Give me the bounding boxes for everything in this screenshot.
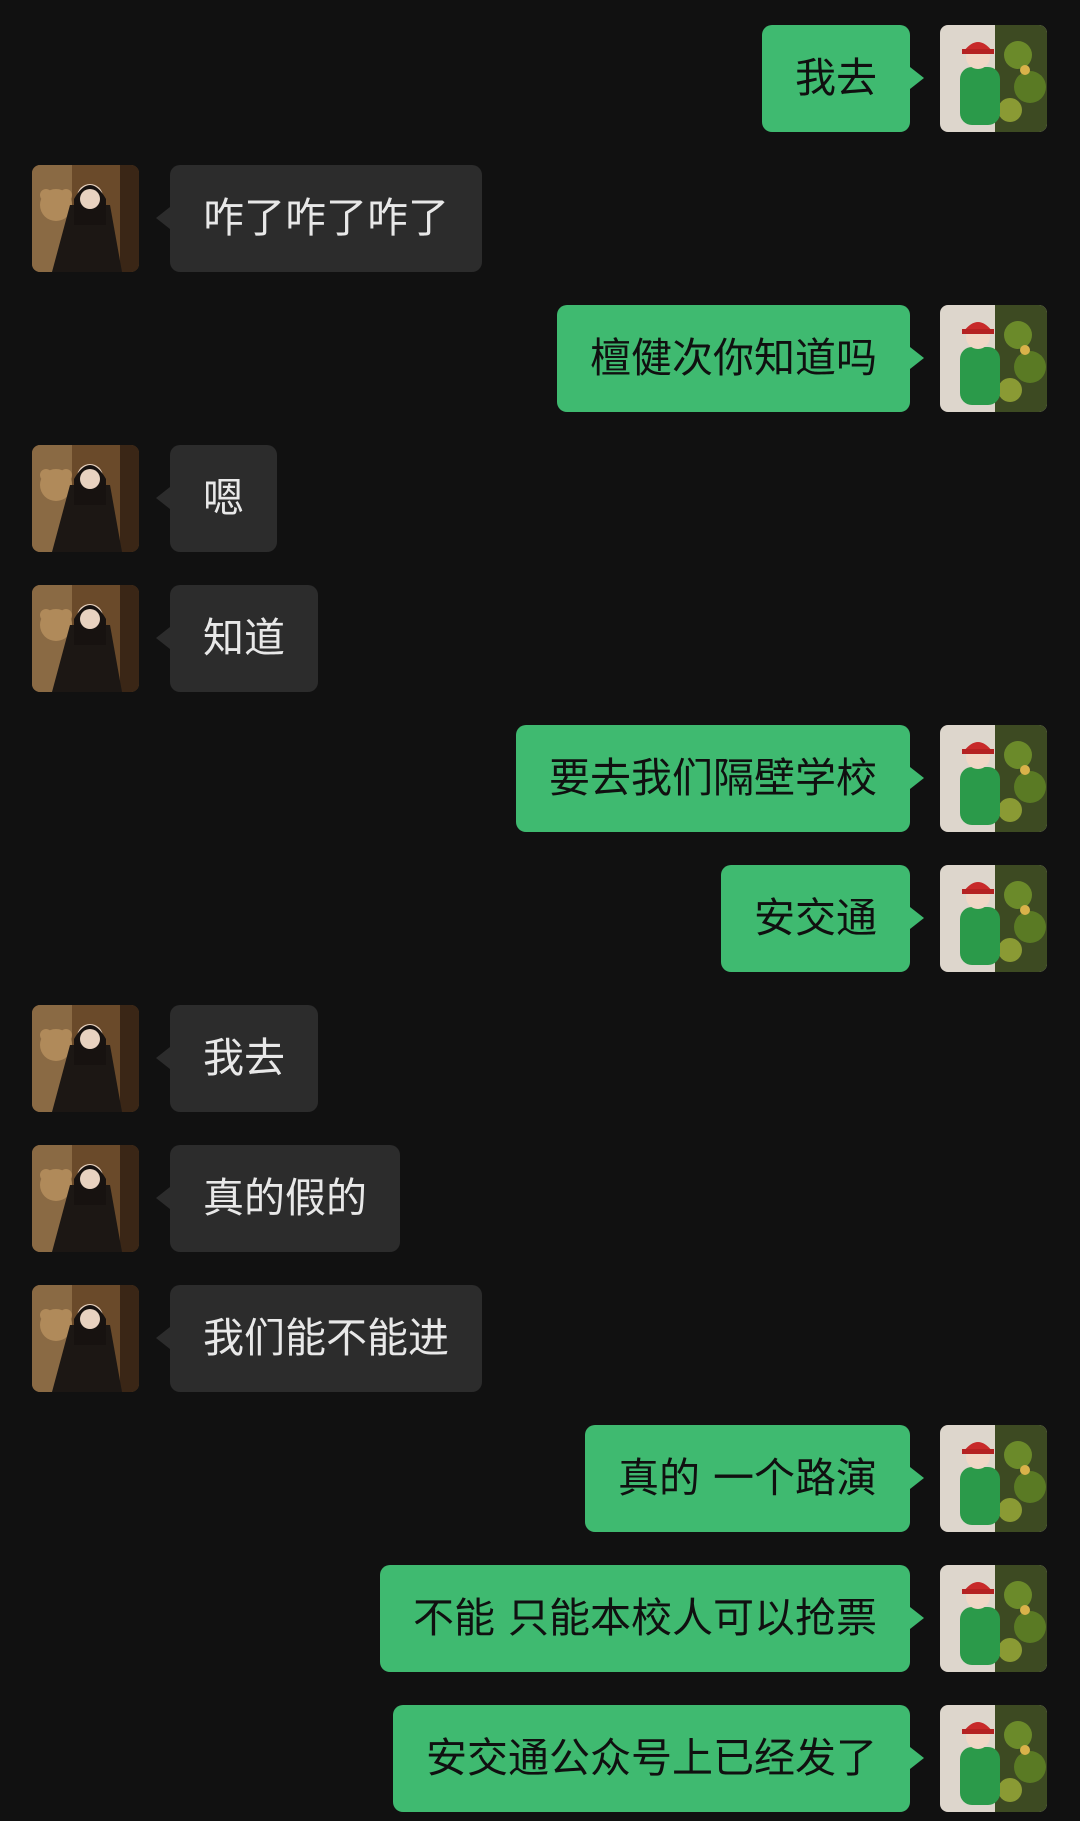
- my-avatar[interactable]: [940, 1425, 1047, 1532]
- outgoing-message: 安交通公众号上已经发了: [0, 1705, 1080, 1812]
- contact-avatar[interactable]: [32, 1005, 139, 1112]
- my-avatar[interactable]: [940, 1565, 1047, 1672]
- message-bubble[interactable]: 嗯: [156, 445, 277, 552]
- contact-avatar[interactable]: [32, 1145, 139, 1252]
- message-bubble[interactable]: 我去: [156, 1005, 318, 1112]
- incoming-message: 咋了咋了咋了: [0, 165, 1080, 272]
- message-bubble[interactable]: 安交通: [721, 865, 924, 972]
- message-bubble[interactable]: 我去: [762, 25, 924, 132]
- chat-message-list[interactable]: 我去 咋了咋了咋了 檀健次你知道吗 嗯 知道 要去我们隔壁学校 安交通 我去 真…: [0, 0, 1080, 1821]
- my-avatar[interactable]: [940, 1705, 1047, 1812]
- my-avatar[interactable]: [940, 25, 1047, 132]
- message-bubble[interactable]: 我们能不能进: [156, 1285, 482, 1392]
- message-bubble[interactable]: 檀健次你知道吗: [557, 305, 924, 412]
- contact-avatar[interactable]: [32, 1285, 139, 1392]
- my-avatar[interactable]: [940, 865, 1047, 972]
- incoming-message: 嗯: [0, 445, 1080, 552]
- message-bubble[interactable]: 真的 一个路演: [584, 1425, 925, 1532]
- incoming-message: 我去: [0, 1005, 1080, 1112]
- outgoing-message: 我去: [0, 25, 1080, 132]
- incoming-message: 我们能不能进: [0, 1285, 1080, 1392]
- my-avatar[interactable]: [940, 725, 1047, 832]
- my-avatar[interactable]: [940, 305, 1047, 412]
- message-bubble[interactable]: 知道: [156, 585, 318, 692]
- outgoing-message: 安交通: [0, 865, 1080, 972]
- outgoing-message: 真的 一个路演: [0, 1425, 1080, 1532]
- message-bubble[interactable]: 咋了咋了咋了: [156, 165, 482, 272]
- outgoing-message: 要去我们隔壁学校: [0, 725, 1080, 832]
- message-bubble[interactable]: 不能 只能本校人可以抢票: [379, 1565, 925, 1672]
- message-bubble[interactable]: 要去我们隔壁学校: [516, 725, 924, 832]
- message-bubble[interactable]: 真的假的: [156, 1145, 400, 1252]
- contact-avatar[interactable]: [32, 445, 139, 552]
- contact-avatar[interactable]: [32, 165, 139, 272]
- incoming-message: 知道: [0, 585, 1080, 692]
- outgoing-message: 檀健次你知道吗: [0, 305, 1080, 412]
- message-bubble[interactable]: 安交通公众号上已经发了: [393, 1705, 924, 1812]
- outgoing-message: 不能 只能本校人可以抢票: [0, 1565, 1080, 1672]
- contact-avatar[interactable]: [32, 585, 139, 692]
- incoming-message: 真的假的: [0, 1145, 1080, 1252]
